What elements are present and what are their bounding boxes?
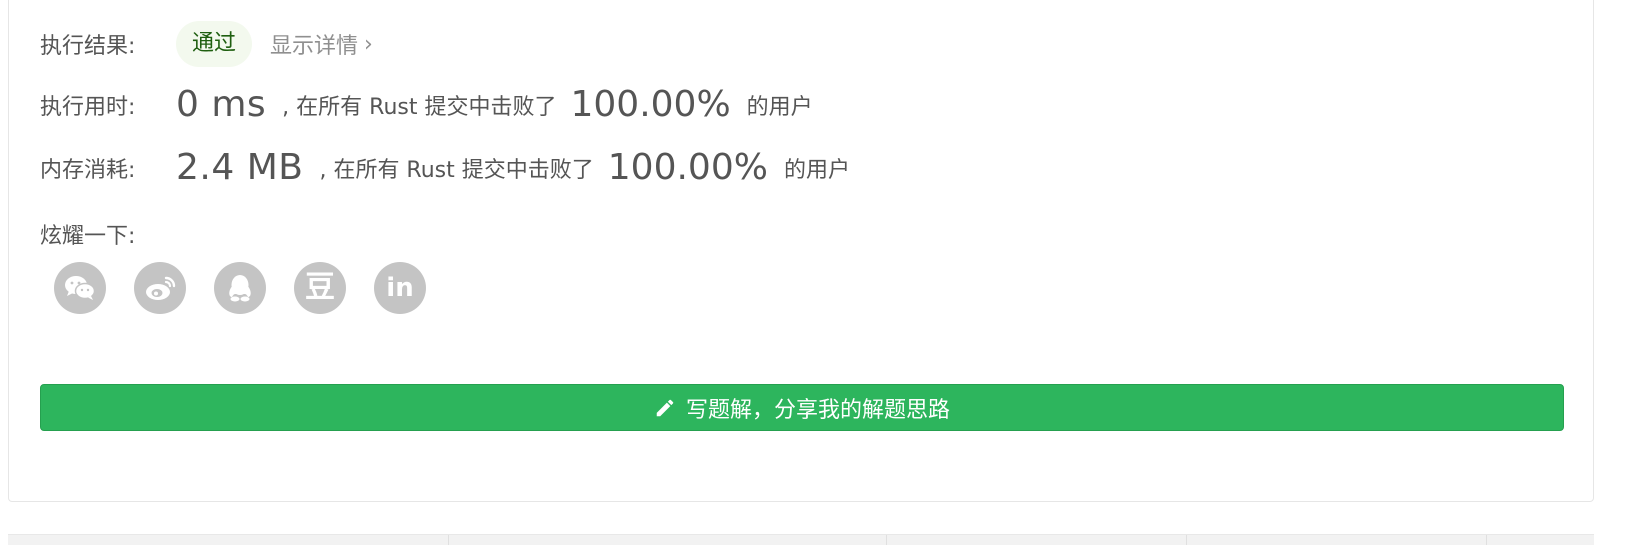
result-row: 执行结果: 通过 显示详情 › [40,21,373,67]
share-label: 炫耀一下: [40,224,136,249]
qq-share-button[interactable] [214,262,266,314]
chevron-right-icon: › [364,31,373,57]
write-solution-button[interactable]: 写题解，分享我的解题思路 [40,384,1564,431]
weibo-icon [146,276,176,300]
show-details-link[interactable]: 显示详情 › [270,28,373,60]
runtime-percent: 100.00% [570,84,731,125]
show-details-label: 显示详情 [270,34,359,59]
runtime-row: 执行用时: 0 ms , 在所有 Rust 提交中击败了 100.00% 的用户 [40,84,813,125]
wechat-share-button[interactable] [54,262,106,314]
douban-icon: 豆 [305,270,335,305]
column-divider [1186,535,1187,545]
runtime-tail: 的用户 [746,94,813,120]
memory-sentence: , 在所有 Rust 提交中击败了 [319,157,594,183]
share-buttons: 豆 in [54,262,426,314]
qq-icon [229,275,251,302]
result-label: 执行结果: [40,34,136,59]
memory-percent: 100.00% [607,147,768,188]
memory-label: 内存消耗: [40,157,136,183]
runtime-label: 执行用时: [40,94,136,120]
column-divider [886,535,887,545]
share-row-label: 炫耀一下: [40,218,135,250]
write-solution-label: 写题解，分享我的解题思路 [685,397,950,423]
memory-tail: 的用户 [783,157,850,183]
wechat-icon [65,276,96,300]
column-divider [448,535,449,545]
pencil-icon [654,397,676,419]
linkedin-share-button[interactable]: in [374,262,426,314]
memory-value: 2.4 MB [176,147,304,188]
memory-row: 内存消耗: 2.4 MB , 在所有 Rust 提交中击败了 100.00% 的… [40,147,850,188]
status-badge: 通过 [176,21,253,67]
runtime-value: 0 ms [176,84,267,125]
linkedin-icon: in [386,273,414,303]
runtime-sentence: , 在所有 Rust 提交中击败了 [282,94,557,120]
douban-share-button[interactable]: 豆 [294,262,346,314]
column-divider [1486,535,1487,545]
weibo-share-button[interactable] [134,262,186,314]
